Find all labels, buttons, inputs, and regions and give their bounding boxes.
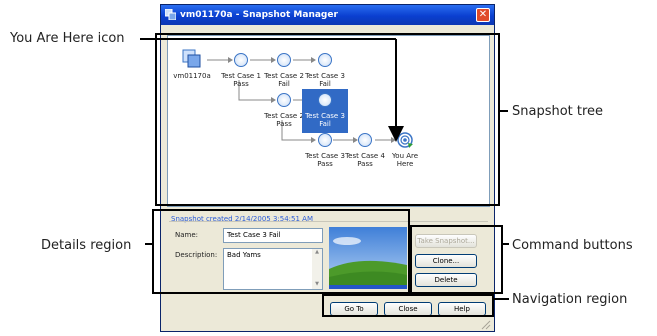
- callout-leader-lines: [140, 38, 509, 300]
- you-are-here-arrowhead: [388, 126, 404, 142]
